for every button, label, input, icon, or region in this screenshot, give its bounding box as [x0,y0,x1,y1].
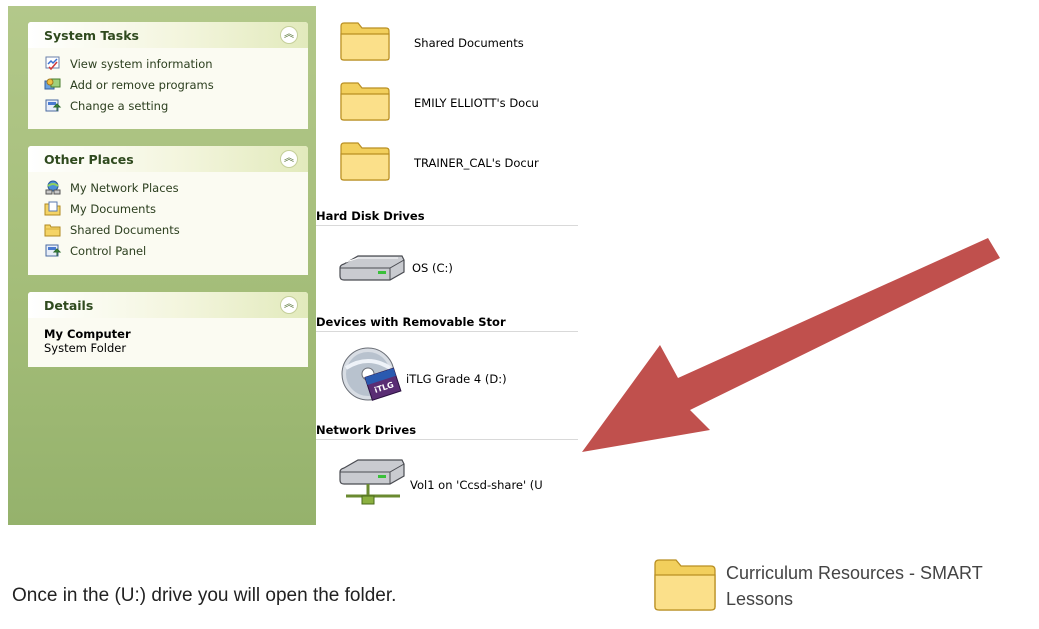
details-item-name: My Computer [44,327,131,341]
folder-icon [652,556,718,616]
red-pointer-arrow-icon [582,238,1000,452]
cd-drive-icon: iTLG [338,346,402,412]
drive-itlg-grade4-d[interactable]: iTLG iTLG Grade 4 (D:) [338,346,507,412]
instruction-caption: Once in the (U:) drive you will open the… [12,585,397,606]
folder-icon [338,20,392,66]
group-header-network-drives: Network Drives [316,418,578,440]
details-title: Details [44,297,94,313]
drive-os-c[interactable]: OS (C:) [338,250,453,286]
drive-vol1-ccsd-share-u[interactable]: Vol1 on 'Ccsd-share' (U [338,456,562,514]
explorer-file-list: Shared Documents EMILY ELLIOTT's Docu TR… [316,0,578,525]
folder-trainer-cal-documents[interactable]: TRAINER_CAL's Docur [338,140,584,186]
system-info-icon [44,56,62,72]
folder-curriculum-resources-smart-lessons[interactable]: Curriculum Resources - SMART Lessons [652,556,1006,616]
system-tasks-header[interactable]: System Tasks ︽ [28,22,308,48]
place-my-network-places[interactable]: My Network Places [44,177,298,198]
collapse-chevron-icon[interactable]: ︽ [280,26,298,44]
place-control-panel[interactable]: Control Panel [44,240,298,261]
system-tasks-title: System Tasks [44,27,139,43]
add-remove-programs-icon [44,77,62,93]
network-places-icon [44,180,62,196]
folder-shared-documents[interactable]: Shared Documents [338,20,524,66]
other-places-title: Other Places [44,151,134,167]
details-panel: Details ︽ My Computer System Folder [28,292,308,367]
control-panel-icon [44,243,62,259]
task-change-setting[interactable]: Change a setting [44,95,298,116]
folder-icon [338,80,392,126]
system-tasks-panel: System Tasks ︽ View system information A… [28,22,308,129]
folder-icon [338,140,392,186]
details-item-type: System Folder [44,341,127,355]
collapse-chevron-icon[interactable]: ︽ [280,296,298,314]
task-view-system-information[interactable]: View system information [44,53,298,74]
group-header-hard-disk-drives: Hard Disk Drives [316,204,578,226]
other-places-panel: Other Places ︽ My Network Places My Docu… [28,146,308,275]
folder-icon [44,222,62,238]
place-shared-documents[interactable]: Shared Documents [44,219,298,240]
task-add-remove-programs[interactable]: Add or remove programs [44,74,298,95]
explorer-task-pane: System Tasks ︽ View system information A… [8,6,316,525]
hard-drive-icon [338,250,408,286]
my-documents-icon [44,201,62,217]
collapse-chevron-icon[interactable]: ︽ [280,150,298,168]
network-drive-icon [338,456,408,514]
place-my-documents[interactable]: My Documents [44,198,298,219]
target-folder-label: Curriculum Resources - SMART Lessons [726,563,983,609]
folder-emily-elliott-documents[interactable]: EMILY ELLIOTT's Docu [338,80,584,126]
group-header-removable-storage: Devices with Removable Stor [316,310,578,332]
details-header[interactable]: Details ︽ [28,292,308,318]
other-places-header[interactable]: Other Places ︽ [28,146,308,172]
control-panel-icon [44,98,62,114]
